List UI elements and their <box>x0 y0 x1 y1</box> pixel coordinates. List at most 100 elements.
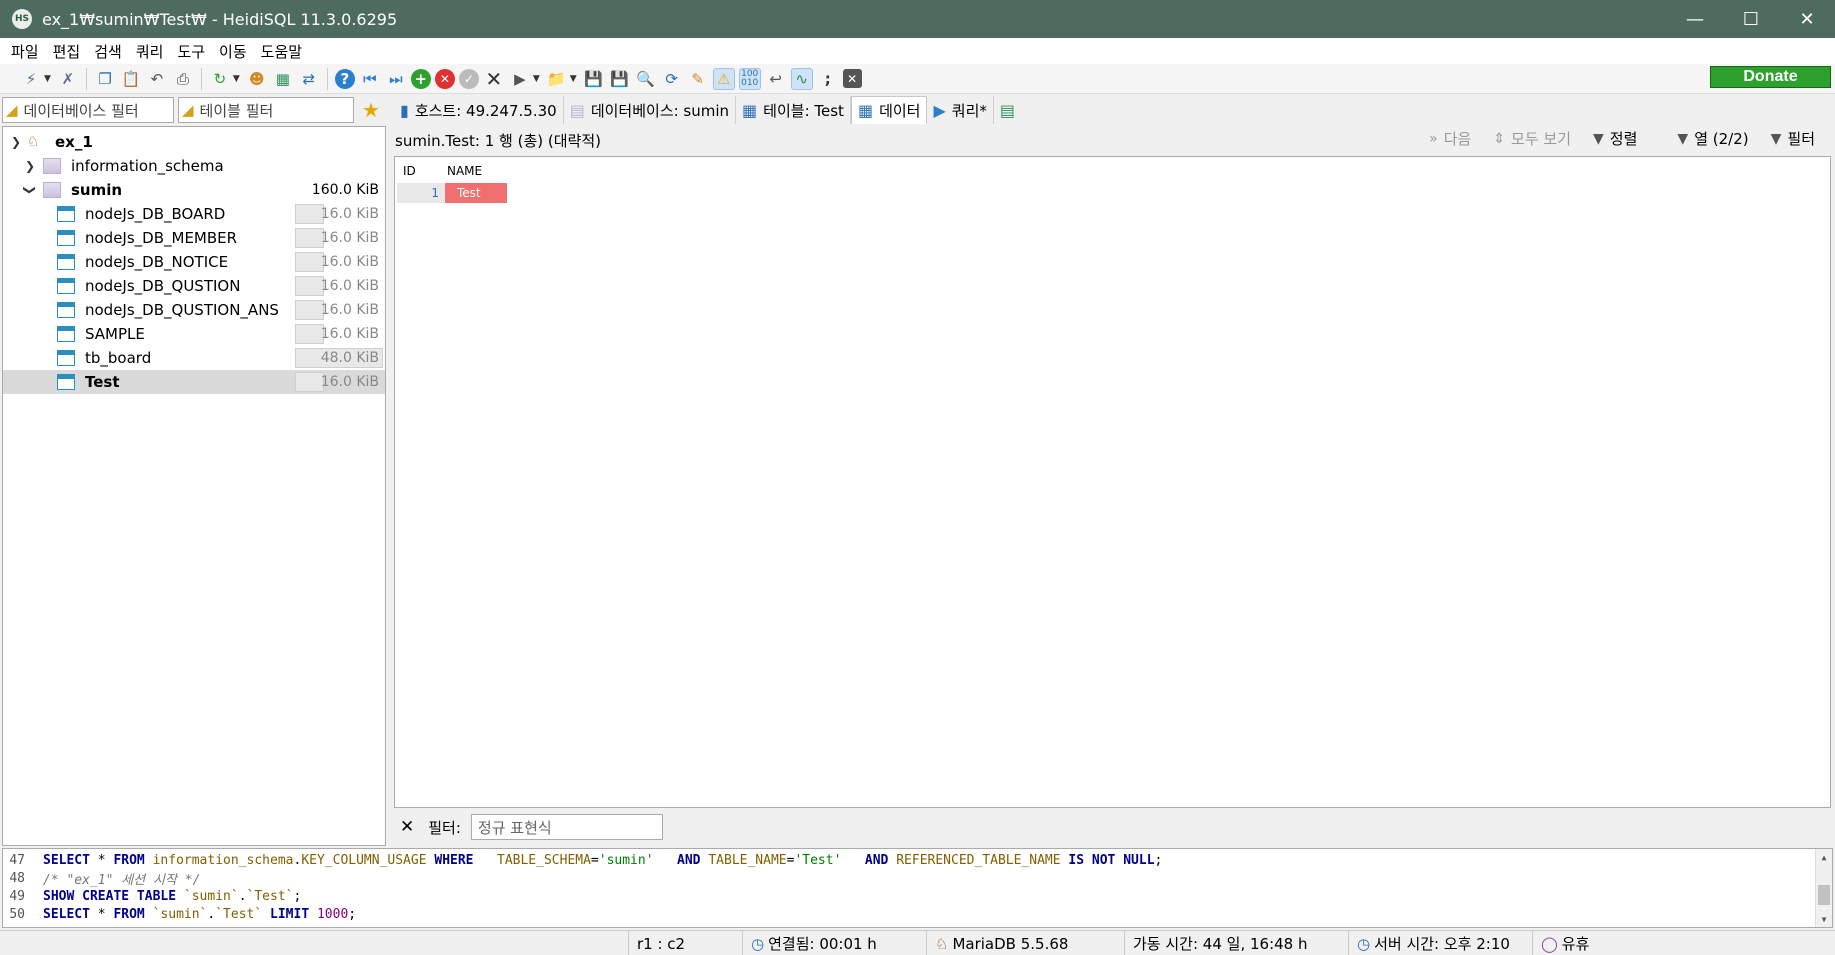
filter-button[interactable]: ▼ 필터 <box>1771 128 1815 149</box>
tab-database[interactable]: ▤ 데이터베이스: sumin <box>564 96 737 124</box>
menu-goto[interactable]: 이동 <box>212 41 254 62</box>
open-dropdown-icon[interactable]: ▼ <box>570 74 577 84</box>
last-record-icon[interactable]: ⏭ <box>385 68 407 90</box>
wrap-lines-icon[interactable]: ↩ <box>765 68 787 90</box>
close-button[interactable]: ✕ <box>1779 0 1835 38</box>
reformat-sql-icon[interactable]: ✎ <box>687 68 709 90</box>
columns-button[interactable]: ▼ 열 (2/2) <box>1677 128 1748 149</box>
disconnect-icon[interactable]: ✗ <box>57 68 79 90</box>
funnel-icon: ▼ <box>1770 130 1782 147</box>
maximize-button[interactable]: ☐ <box>1723 0 1779 38</box>
minimize-button[interactable]: — <box>1667 0 1723 38</box>
maintenance-icon[interactable]: ▦ <box>272 68 294 90</box>
semicolon-delimiter-icon[interactable]: ; <box>817 68 839 90</box>
print-icon[interactable]: ⎙ <box>172 68 194 90</box>
column-header-name[interactable]: NAME <box>447 161 482 181</box>
first-record-icon[interactable]: ⏮ <box>359 68 381 90</box>
tree-table-node[interactable]: nodeJs_DB_QUSTION 16.0 KiB <box>3 274 385 298</box>
menu-tools[interactable]: 도구 <box>170 41 212 62</box>
chevron-right-icon[interactable]: ❯ <box>25 159 35 173</box>
cell-name-focused[interactable]: Test <box>445 183 507 203</box>
help-icon[interactable]: ? <box>334 68 355 89</box>
title-bar: HS ex_1₩sumin₩Test₩ - HeidiSQL 11.3.0.62… <box>0 0 1835 38</box>
tab-host[interactable]: ▮ 호스트: 49.247.5.30 <box>394 96 564 124</box>
tree-database-node[interactable]: ❯ sumin 160.0 KiB <box>3 178 385 202</box>
tree-table-node[interactable]: tb_board 48.0 KiB <box>3 346 385 370</box>
table-size-bar <box>295 372 324 392</box>
new-query-tab-button[interactable]: ▤ <box>994 96 1027 124</box>
copy-icon[interactable]: ❐ <box>94 68 116 90</box>
cell-id[interactable]: 1 <box>397 183 445 203</box>
add-record-icon[interactable]: + <box>410 68 431 89</box>
find-icon[interactable]: 🔍 <box>635 68 657 90</box>
column-header-id[interactable]: ID <box>403 161 416 181</box>
tab-table[interactable]: ▦ 테이블: Test <box>736 96 851 124</box>
show-all-button[interactable]: ⇕ 모두 보기 <box>1493 128 1571 149</box>
grid-icon: ▦ <box>857 101 874 120</box>
tree-table-label: Test <box>85 373 120 391</box>
tree-table-node[interactable]: SAMPLE 16.0 KiB <box>3 322 385 346</box>
database-filter-input[interactable]: ◢ 데이터베이스 필터 <box>2 97 174 123</box>
menu-help[interactable]: 도움말 <box>254 41 309 62</box>
connect-icon[interactable]: ⚡ <box>20 68 42 90</box>
tree-table-label: nodeJs_DB_BOARD <box>85 205 226 223</box>
auto-refresh-icon[interactable]: ∿ <box>790 67 813 90</box>
next-page-button[interactable]: » 다음 <box>1429 128 1471 149</box>
table-size-bar <box>295 204 324 224</box>
run-query-icon[interactable]: ▶ <box>509 68 531 90</box>
data-grid[interactable]: ID NAME 1 Test <box>394 156 1831 808</box>
tree-table-node[interactable]: nodeJs_DB_MEMBER 16.0 KiB <box>3 226 385 250</box>
tree-table-node[interactable]: nodeJs_DB_QUSTION_ANS 16.0 KiB <box>3 298 385 322</box>
table-size: 16.0 KiB <box>320 374 379 390</box>
chevron-down-icon[interactable]: ❯ <box>23 185 37 195</box>
paste-icon[interactable]: 📋 <box>120 68 142 90</box>
menu-file[interactable]: 파일 <box>4 41 46 62</box>
sql-log[interactable]: 47 SELECT * FROM information_schema.KEY_… <box>2 848 1833 928</box>
table-size: 16.0 KiB <box>320 278 379 294</box>
close-tab-icon[interactable]: ✕ <box>842 69 862 88</box>
cancel-edit-icon[interactable]: ✕ <box>483 67 505 91</box>
tab-data[interactable]: ▦ 데이터 <box>850 96 928 124</box>
table-filter-input[interactable]: ◢ 테이블 필터 <box>178 97 354 123</box>
tree-database-node[interactable]: ❯ information_schema <box>3 154 385 178</box>
chevron-down-icon[interactable]: ❯ <box>11 135 21 149</box>
replace-icon[interactable]: ⟳ <box>661 68 683 90</box>
sql-log-scrollbar[interactable]: ▲ ▼ <box>1815 849 1832 927</box>
regex-filter-input[interactable]: 정규 표현식 <box>470 814 663 840</box>
post-record-icon[interactable]: ✓ <box>458 68 479 89</box>
transfer-icon[interactable]: ⇄ <box>298 68 320 90</box>
tree-table-node[interactable]: Test 16.0 KiB <box>3 370 385 394</box>
menu-query[interactable]: 쿼리 <box>129 41 171 62</box>
scroll-up-icon[interactable]: ▲ <box>1816 849 1832 865</box>
user-manager-icon[interactable]: ☻ <box>246 68 268 90</box>
database-icon <box>43 158 61 174</box>
tree-server-node[interactable]: ❯ ♘ ex_1 <box>3 130 385 154</box>
donate-button[interactable]: Donate <box>1710 66 1831 88</box>
close-filter-icon[interactable]: ✕ <box>400 817 414 837</box>
menu-search[interactable]: 검색 <box>87 41 129 62</box>
scroll-thumb[interactable] <box>1818 885 1830 905</box>
refresh-icon[interactable]: ↻ <box>209 68 231 90</box>
save-as-snippet-icon[interactable]: 💾 <box>609 68 631 90</box>
stop-on-error-icon[interactable]: ⚠ <box>712 67 735 90</box>
save-icon[interactable]: 💾 <box>583 68 605 90</box>
tree-table-node[interactable]: nodeJs_DB_BOARD 16.0 KiB <box>3 202 385 226</box>
tab-query[interactable]: ▶ 쿼리* <box>927 96 994 124</box>
menu-edit[interactable]: 편집 <box>46 41 88 62</box>
connect-dropdown-icon[interactable]: ▼ <box>44 74 51 84</box>
open-folder-icon[interactable]: 📁 <box>546 68 568 90</box>
tree-table-node[interactable]: nodeJs_DB_NOTICE 16.0 KiB <box>3 250 385 274</box>
undo-icon[interactable]: ↶ <box>146 68 168 90</box>
scroll-down-icon[interactable]: ▼ <box>1816 911 1832 927</box>
columns-label: 열 (2/2) <box>1694 130 1749 148</box>
refresh-dropdown-icon[interactable]: ▼ <box>233 74 240 84</box>
favorites-star-icon[interactable]: ★ <box>362 98 380 122</box>
delete-record-icon[interactable]: ✕ <box>434 68 455 89</box>
binary-display-icon[interactable]: 100 010 <box>738 67 761 90</box>
sort-button[interactable]: ▼ 정렬 <box>1593 128 1637 149</box>
table-icon <box>57 206 75 222</box>
run-dropdown-icon[interactable]: ▼ <box>533 74 540 84</box>
status-server-time: ◷ 서버 시간: 오후 2:10 <box>1348 931 1532 955</box>
database-tree[interactable]: ❯ ♘ ex_1 ❯ information_schema ❯ sumin 16… <box>2 126 386 846</box>
expand-icon: ⇕ <box>1493 130 1506 147</box>
